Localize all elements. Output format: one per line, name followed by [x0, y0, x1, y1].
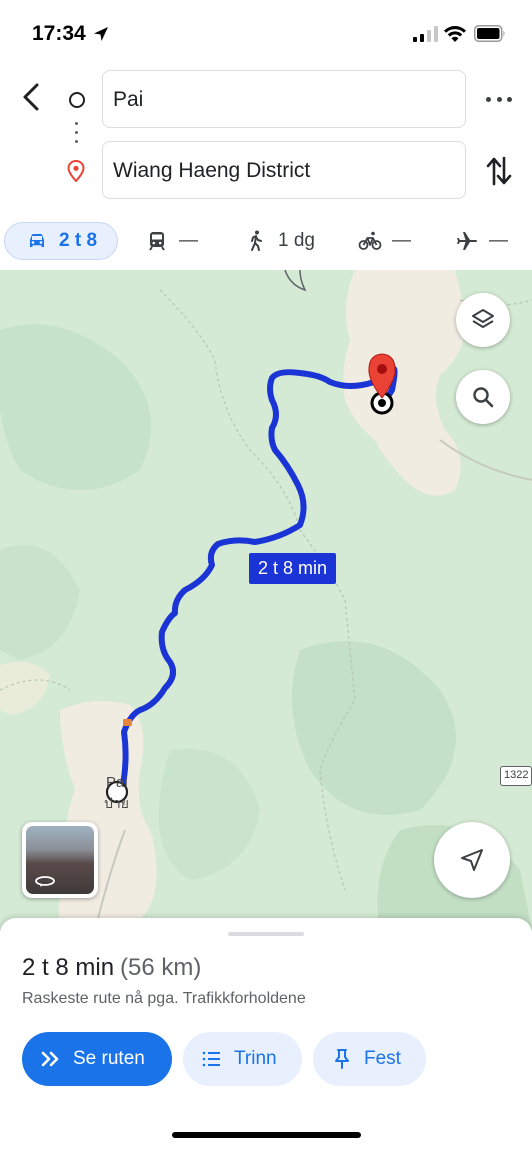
mode-driving-label: 2 t 8: [59, 230, 98, 251]
flight-icon: [457, 232, 477, 250]
street-view-image: [26, 826, 94, 894]
mode-flight-label: —: [489, 230, 508, 251]
preview-route-label: Se ruten: [73, 1048, 145, 1069]
walk-icon: [251, 230, 262, 251]
pin-icon: [335, 1049, 349, 1069]
mode-cycling-tab[interactable]: —: [358, 222, 411, 260]
rotate-360-icon: [35, 876, 55, 887]
origin-input[interactable]: Pai: [102, 70, 466, 128]
route-duration-label[interactable]: 2 t 8 min: [249, 553, 337, 584]
route-summary: 2 t 8 min (56 km): [22, 954, 201, 982]
mode-walking-tab[interactable]: 1 dg: [244, 222, 315, 260]
pin-label: Fest: [364, 1048, 401, 1069]
location-arrow-icon: [94, 27, 108, 41]
navigation-arrow-icon: [461, 849, 483, 871]
car-icon: [30, 234, 44, 247]
mode-transit-label: —: [179, 230, 198, 251]
pin-button[interactable]: Fest: [313, 1032, 426, 1086]
back-arrow-icon[interactable]: [16, 80, 48, 114]
steps-label: Trinn: [234, 1048, 277, 1069]
travel-mode-bar: 2 t 8 — 1 dg — —: [0, 214, 532, 270]
preview-route-button[interactable]: Se ruten: [22, 1032, 172, 1086]
origin-circle-icon: [69, 92, 85, 108]
status-bar: 17:34: [0, 0, 532, 64]
recenter-button[interactable]: [434, 822, 510, 898]
route-dots-icon: [75, 122, 79, 148]
origin-input-value: Pai: [113, 88, 144, 111]
mode-flight-tab[interactable]: —: [455, 222, 508, 260]
status-time: 17:34: [32, 22, 86, 45]
home-indicator[interactable]: [172, 1132, 361, 1138]
mode-cycling-label: —: [392, 230, 411, 251]
search-icon: [473, 387, 494, 408]
mode-walking-label: 1 dg: [278, 230, 315, 251]
cellular-signal-icon: [413, 26, 438, 42]
mode-driving-tab[interactable]: 2 t 8: [4, 222, 118, 260]
bike-icon: [358, 231, 382, 250]
double-chevron-icon: [41, 1051, 59, 1067]
train-icon: [149, 232, 165, 251]
route-reason: Raskeste rute nå pga. Trafikkforholdene: [22, 990, 306, 1007]
battery-icon: [474, 25, 505, 42]
route-distance: (56 km): [120, 954, 202, 981]
steps-button[interactable]: Trinn: [183, 1032, 302, 1086]
place-label-pai-thai: ปาย: [104, 795, 129, 811]
street-view-thumbnail[interactable]: [22, 822, 98, 898]
swap-direction-icon[interactable]: [485, 154, 513, 188]
destination-input-value: Wiang Haeng District: [113, 159, 311, 182]
more-options-icon[interactable]: [486, 88, 512, 110]
mode-transit-tab[interactable]: —: [145, 222, 198, 260]
search-along-route-button[interactable]: [456, 370, 510, 424]
place-label-pai: Pai: [106, 774, 128, 791]
route-summary-sheet[interactable]: 2 t 8 min (56 km) Raskeste rute nå pga. T…: [0, 918, 532, 1150]
route-duration: 2 t 8 min: [22, 954, 115, 981]
road-shield-1322: 1322: [500, 766, 532, 786]
list-icon: [202, 1051, 220, 1067]
layers-icon: [472, 309, 494, 328]
destination-pin-icon: [67, 160, 85, 182]
sheet-drag-handle[interactable]: [228, 932, 304, 936]
destination-input[interactable]: Wiang Haeng District: [102, 141, 466, 199]
layers-button[interactable]: [456, 293, 510, 347]
wifi-icon: [444, 26, 466, 42]
